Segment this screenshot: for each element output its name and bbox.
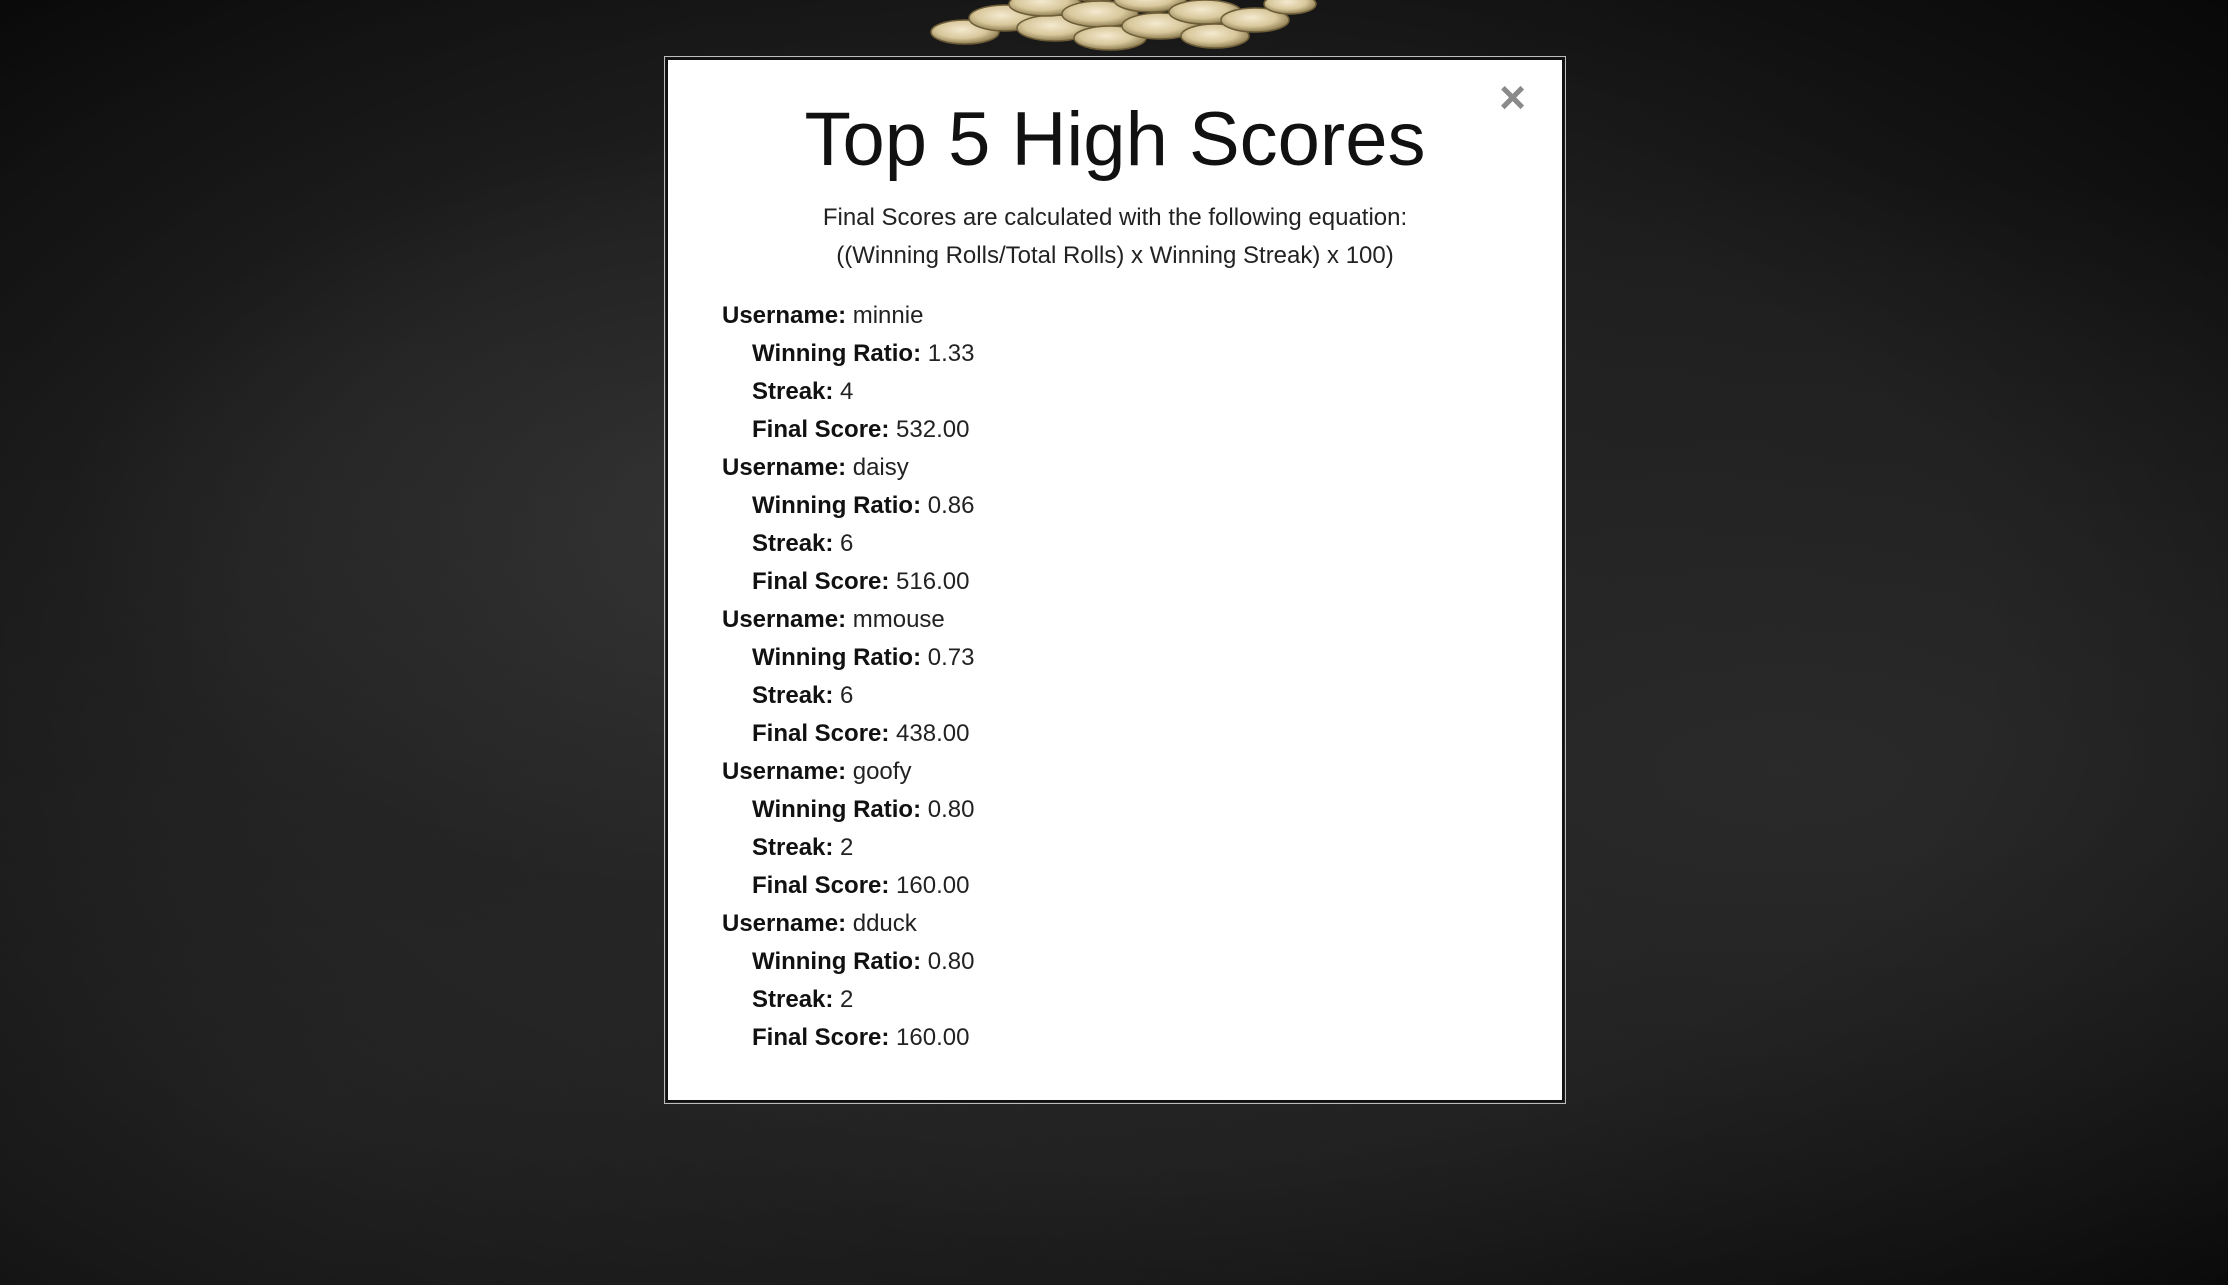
final-score-label: Final Score: [752, 720, 890, 748]
username-row: Username: minnie [722, 297, 1562, 335]
streak-row: Streak: 2 [722, 981, 1562, 1019]
streak-row: Streak: 6 [722, 677, 1562, 715]
final-score-label: Final Score: [752, 416, 890, 444]
final-score-value: 160.00 [896, 1024, 970, 1052]
formula-line-2: ((Winning Rolls/Total Rolls) x Winning S… [836, 242, 1394, 270]
close-icon[interactable]: × [1499, 74, 1526, 120]
winning-ratio-label: Winning Ratio: [752, 492, 922, 520]
streak-value: 4 [840, 378, 854, 406]
username-label: Username: [722, 606, 847, 634]
winning-ratio-label: Winning Ratio: [752, 340, 922, 368]
final-score-row: Final Score: 516.00 [722, 563, 1562, 601]
final-score-row: Final Score: 532.00 [722, 411, 1562, 449]
username-row: Username: mmouse [722, 601, 1562, 639]
score-entry: Username: daisy Winning Ratio: 0.86 Stre… [722, 449, 1562, 601]
coin-pile-icon [930, 0, 1317, 51]
streak-row: Streak: 4 [722, 373, 1562, 411]
streak-value: 6 [840, 530, 854, 558]
streak-row: Streak: 6 [722, 525, 1562, 563]
username-value: daisy [852, 454, 909, 482]
final-score-label: Final Score: [752, 872, 890, 900]
winning-ratio-value: 0.86 [927, 492, 975, 520]
final-score-label: Final Score: [752, 568, 890, 596]
username-value: goofy [852, 758, 912, 786]
streak-row: Streak: 2 [722, 829, 1562, 867]
winning-ratio-row: Winning Ratio: 1.33 [722, 335, 1562, 373]
username-row: Username: daisy [722, 449, 1562, 487]
username-label: Username: [722, 758, 847, 786]
winning-ratio-value: 0.80 [927, 948, 975, 976]
high-scores-list: Username: minnie Winning Ratio: 1.33 Str… [668, 297, 1562, 1057]
winning-ratio-value: 0.80 [927, 796, 975, 824]
username-value: minnie [852, 302, 924, 330]
username-row: Username: dduck [722, 905, 1562, 943]
winning-ratio-label: Winning Ratio: [752, 644, 922, 672]
formula-description: Final Scores are calculated with the fol… [668, 199, 1562, 275]
modal-title: Top 5 High Scores [804, 97, 1426, 182]
streak-label: Streak: [752, 986, 834, 1014]
score-entry: Username: dduck Winning Ratio: 0.80 Stre… [722, 905, 1562, 1057]
username-label: Username: [722, 302, 847, 330]
username-label: Username: [722, 454, 847, 482]
final-score-value: 438.00 [896, 720, 970, 748]
winning-ratio-value: 1.33 [927, 340, 975, 368]
streak-label: Streak: [752, 834, 834, 862]
winning-ratio-value: 0.73 [927, 644, 975, 672]
winning-ratio-row: Winning Ratio: 0.80 [722, 943, 1562, 981]
winning-ratio-label: Winning Ratio: [752, 948, 922, 976]
formula-line-1: Final Scores are calculated with the fol… [822, 204, 1408, 232]
final-score-value: 160.00 [896, 872, 970, 900]
final-score-value: 532.00 [896, 416, 970, 444]
final-score-row: Final Score: 160.00 [722, 1019, 1562, 1057]
final-score-value: 516.00 [896, 568, 970, 596]
score-entry: Username: goofy Winning Ratio: 0.80 Stre… [722, 753, 1562, 905]
winning-ratio-row: Winning Ratio: 0.86 [722, 487, 1562, 525]
final-score-label: Final Score: [752, 1024, 890, 1052]
final-score-row: Final Score: 438.00 [722, 715, 1562, 753]
streak-label: Streak: [752, 378, 834, 406]
username-value: mmouse [852, 606, 945, 634]
streak-label: Streak: [752, 530, 834, 558]
winning-ratio-row: Winning Ratio: 0.73 [722, 639, 1562, 677]
high-scores-modal: × Top 5 High Scores Final Scores are cal… [664, 56, 1566, 1104]
streak-value: 6 [840, 682, 854, 710]
winning-ratio-label: Winning Ratio: [752, 796, 922, 824]
username-label: Username: [722, 910, 847, 938]
username-value: dduck [852, 910, 917, 938]
score-entry: Username: minnie Winning Ratio: 1.33 Str… [722, 297, 1562, 449]
streak-label: Streak: [752, 682, 834, 710]
streak-value: 2 [840, 834, 854, 862]
streak-value: 2 [840, 986, 854, 1014]
winning-ratio-row: Winning Ratio: 0.80 [722, 791, 1562, 829]
username-row: Username: goofy [722, 753, 1562, 791]
score-entry: Username: mmouse Winning Ratio: 0.73 Str… [722, 601, 1562, 753]
final-score-row: Final Score: 160.00 [722, 867, 1562, 905]
